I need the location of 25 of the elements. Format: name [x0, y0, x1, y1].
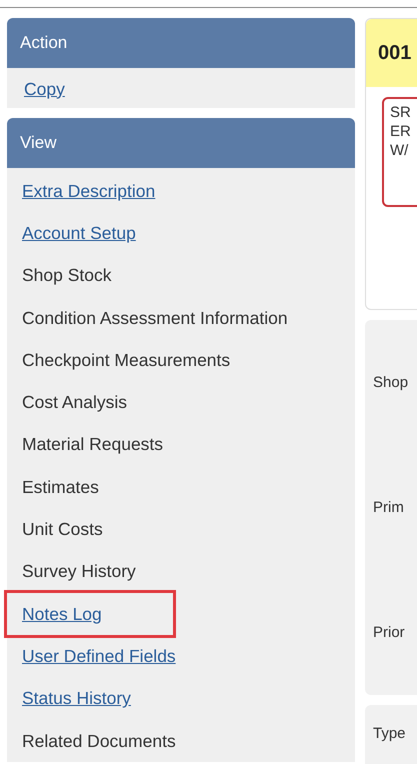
menu-link[interactable]: Notes Log [7, 592, 173, 636]
menu-item[interactable]: Shop Stock [7, 254, 355, 297]
field-label: Type [373, 725, 406, 742]
menu-item[interactable]: Unit Costs [7, 508, 355, 551]
menu-item[interactable]: Estimates [7, 466, 355, 508]
menu-link[interactable]: Copy [7, 70, 355, 108]
menu-item[interactable]: Checkpoint Measurements [7, 339, 355, 382]
menu-link[interactable]: Status History [7, 678, 355, 720]
menu-link[interactable]: Extra Description [7, 170, 355, 212]
menu-item[interactable]: Material Requests [7, 424, 355, 466]
section-header: Action [7, 18, 355, 68]
description-line: SR [390, 103, 412, 122]
menu-item[interactable]: Related Documents [7, 720, 355, 762]
menu-link[interactable]: User Defined Fields [7, 635, 355, 678]
menu-item[interactable]: Condition Assessment Information [7, 296, 355, 340]
menu-item[interactable]: Cost Analysis [7, 381, 355, 424]
field-label: Shop [373, 374, 410, 391]
record-header: 001 [366, 19, 417, 87]
field-label: Prior [373, 624, 406, 641]
description-line: ER [390, 122, 412, 141]
field-label: Prim [373, 499, 405, 516]
description-line: W/ [390, 141, 410, 160]
menu-item[interactable]: Survey History [7, 550, 355, 593]
section-header: View [7, 118, 355, 168]
menu-link[interactable]: Account Setup [7, 212, 355, 255]
